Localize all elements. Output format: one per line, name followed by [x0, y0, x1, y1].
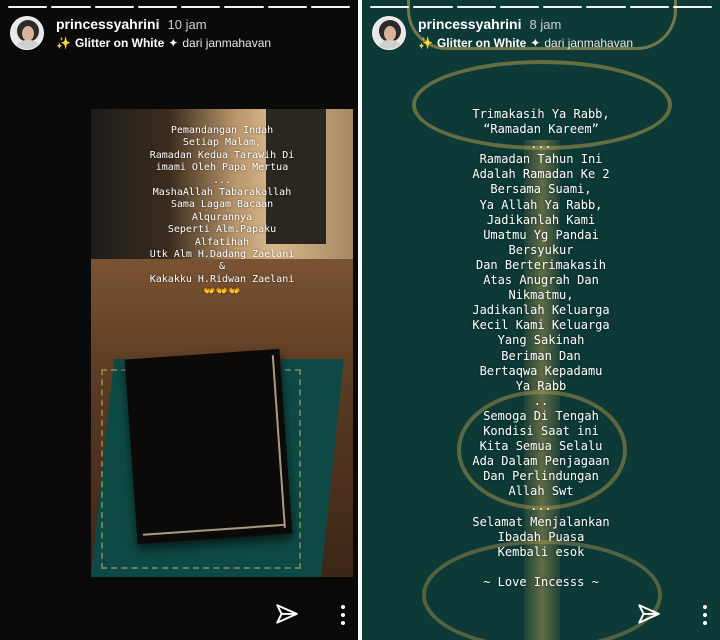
caption-line: Selamat Menjalankan	[472, 514, 610, 529]
caption-line: Alqurannya	[191, 211, 253, 223]
caption-line: imami Oleh Papa Mertua	[155, 162, 289, 174]
caption-line: &	[218, 261, 226, 273]
paper-plane-icon[interactable]	[636, 602, 662, 628]
story-header: princessyahrini 8 jam ✨ Glitter on White …	[372, 14, 710, 54]
progress-segment	[51, 6, 91, 8]
effect-label[interactable]: ✨ Glitter on White ✦ dari janmahavan	[418, 36, 633, 50]
folded-prayer-mat	[124, 348, 293, 545]
story-progress-bar	[8, 6, 350, 8]
caption-line: Kembali esok	[497, 544, 585, 559]
progress-segment	[586, 6, 626, 8]
caption-line: Bertaqwa Kepadamu	[479, 363, 603, 378]
sparkle-icon: ✨	[56, 36, 71, 50]
sparkle-icon: ✦	[530, 36, 541, 50]
caption-line: Nikmatmu,	[508, 288, 574, 303]
progress-segment	[224, 6, 264, 8]
progress-segment	[543, 6, 583, 8]
post-time: 8 jam	[529, 17, 562, 32]
story-caption: Trimakasih Ya Rabb, “Ramadan Kareem”... Ra…	[362, 107, 720, 590]
caption-line: Jadikanlah Kami	[486, 212, 596, 227]
caption-line: Utk Alm H.Dadang Zaelani	[149, 249, 295, 261]
effect-name: Glitter on White	[436, 36, 527, 50]
caption-line: Beriman Dan	[501, 348, 581, 363]
effect-name: Glitter on White	[74, 36, 165, 50]
progress-segment	[370, 6, 410, 8]
story-photo: Pemandangan Indah Setiap Malam, Ramadan Ke…	[91, 109, 353, 577]
caption-line: Ada Dalam Penjagaan	[472, 454, 610, 469]
caption-line: ~ Love Incesss ~	[483, 574, 599, 589]
caption-line: Dan Berterimakasih	[475, 257, 607, 272]
caption-line: Adalah Ramadan Ke 2	[472, 167, 610, 182]
caption-line: Ramadan Tahun Ini	[479, 152, 603, 167]
caption-line: Kita Semua Selalu	[479, 439, 603, 454]
effect-source: dari janmahavan	[182, 36, 272, 50]
caption-line: Ya Rabb	[515, 378, 567, 393]
effect-source: dari janmahavan	[544, 36, 634, 50]
caption-line: Kondisi Saat ini	[483, 423, 599, 438]
story-caption: Pemandangan Indah Setiap Malam, Ramadan Ke…	[91, 125, 353, 299]
story-footer	[636, 602, 708, 628]
caption-line: Kakakku H.Ridwan Zaelani	[149, 273, 295, 285]
caption-line: Seperti Alm.Papaku	[167, 224, 277, 236]
progress-segment	[94, 6, 134, 8]
avatar[interactable]	[10, 16, 44, 50]
story-progress-bar	[370, 6, 712, 8]
caption-line: Allah Swt	[508, 484, 574, 499]
vertical-ellipsis-icon[interactable]	[702, 605, 708, 625]
story-header: princessyahrini 10 jam ✨ Glitter on White…	[10, 14, 348, 54]
username[interactable]: princessyahrini 10 jam	[56, 16, 207, 32]
avatar[interactable]	[372, 16, 406, 50]
caption-line	[362, 560, 720, 575]
caption-line: Jadikanlah Keluarga	[472, 303, 610, 318]
progress-segment	[137, 6, 177, 8]
caption-line: ...	[212, 174, 232, 186]
caption-line: Trimakasih Ya Rabb,	[472, 107, 610, 121]
caption-line: Dan Perlindungan	[483, 469, 599, 484]
caption-line: Yang Sakinah	[497, 333, 585, 348]
progress-segment	[310, 6, 350, 8]
progress-segment	[8, 6, 48, 8]
progress-segment	[672, 6, 712, 8]
effect-label[interactable]: ✨ Glitter on White ✦ dari janmahavan	[56, 36, 271, 50]
story-footer	[274, 602, 346, 628]
caption-line: Umatmu Yg Pandai	[483, 227, 599, 242]
post-time: 10 jam	[167, 17, 207, 32]
progress-segment	[181, 6, 221, 8]
caption-line: Bersyukur	[508, 242, 574, 257]
caption-line: “Ramadan Kareem”	[483, 122, 599, 137]
caption-line: 👐👐👐	[203, 286, 241, 298]
caption-line: ...	[530, 499, 552, 514]
sparkle-icon: ✦	[168, 36, 179, 50]
story-left[interactable]: princessyahrini 10 jam ✨ Glitter on White…	[0, 0, 358, 640]
progress-segment	[499, 6, 539, 8]
caption-line: Setiap Malam,	[182, 137, 262, 149]
caption-line: Sama Lagam Bacaan	[170, 199, 274, 211]
caption-line: Ya Allah Ya Rabb,	[479, 197, 603, 212]
progress-segment	[456, 6, 496, 8]
progress-segment	[413, 6, 453, 8]
vertical-ellipsis-icon[interactable]	[340, 605, 346, 625]
username[interactable]: princessyahrini 8 jam	[418, 16, 561, 32]
paper-plane-icon[interactable]	[274, 602, 300, 628]
story-right[interactable]: princessyahrini 8 jam ✨ Glitter on White …	[362, 0, 720, 640]
caption-line: Ramadan Kedua Tarawih Di	[149, 149, 295, 161]
progress-segment	[629, 6, 669, 8]
caption-line: Bersama Suami,	[490, 182, 592, 197]
caption-line: Kecil Kami Keluarga	[472, 318, 610, 333]
caption-line: Pemandangan Indah	[170, 125, 274, 136]
sparkle-icon: ✨	[418, 36, 433, 50]
caption-line: Atas Anugrah Dan	[483, 273, 599, 288]
caption-line: ..	[533, 393, 549, 408]
caption-line: Semoga Di Tengah	[483, 408, 599, 423]
caption-line: Alfatihah	[194, 236, 250, 248]
progress-segment	[267, 6, 307, 8]
caption-line: ...	[530, 137, 552, 152]
caption-line: Ibadah Puasa	[497, 529, 585, 544]
caption-line: MashaAllah Tabarakallah	[152, 187, 292, 199]
